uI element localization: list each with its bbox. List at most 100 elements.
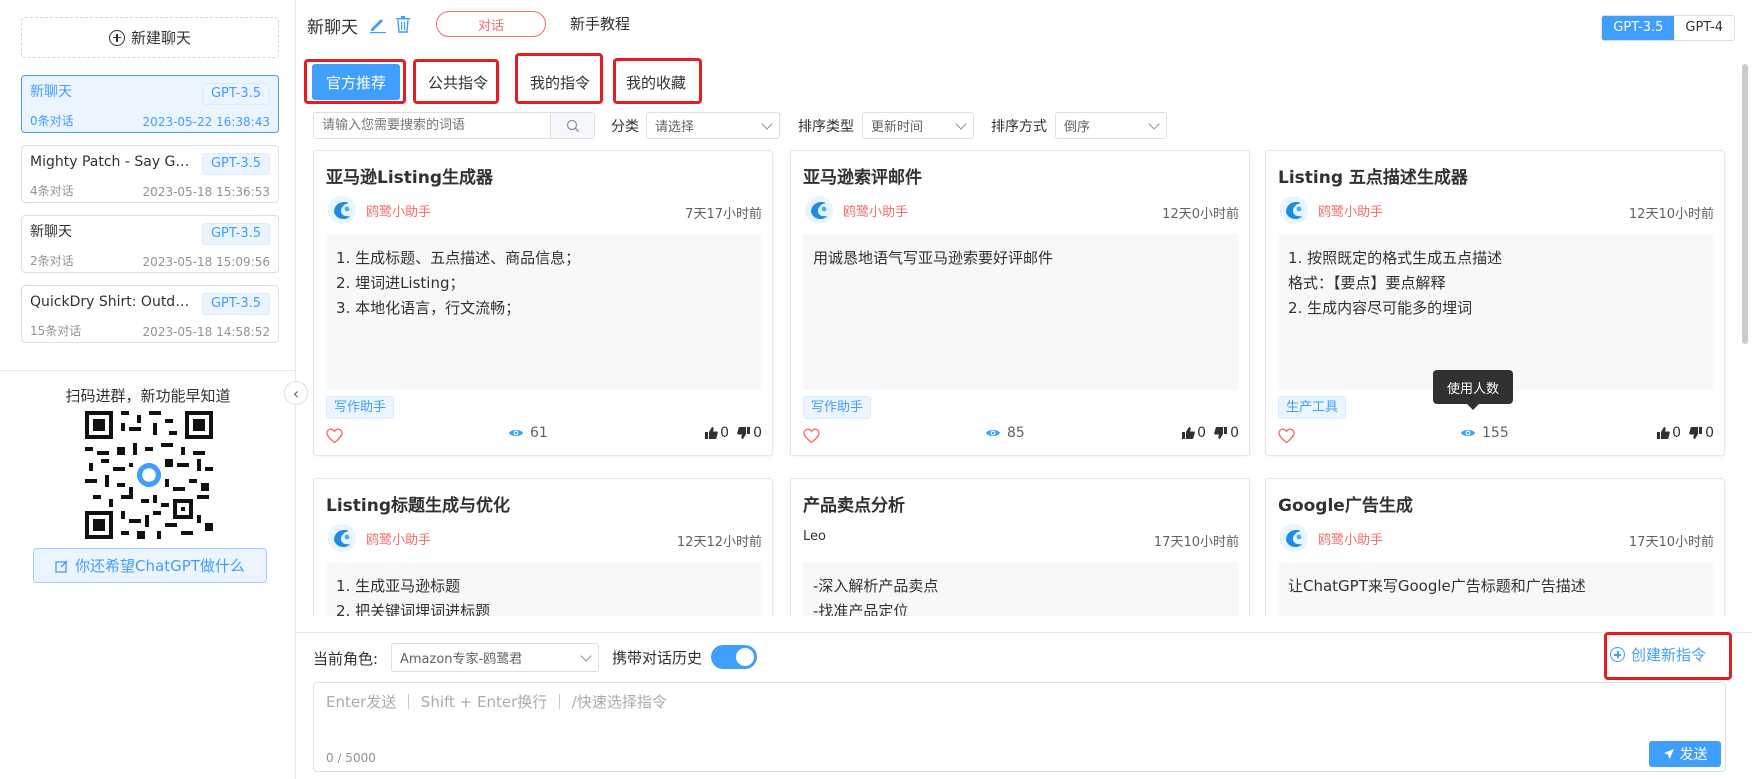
avatar — [328, 524, 356, 552]
message-composer: 0 / 5000 发送 — [313, 682, 1726, 772]
thumbs-down-icon[interactable] — [1689, 426, 1703, 440]
heart-icon[interactable] — [803, 428, 820, 444]
category-select[interactable]: 请选择 — [646, 112, 780, 139]
card-time: 7天17小时前 — [685, 207, 762, 222]
role-label: 当前角色: — [313, 650, 379, 668]
qr-title: 扫码进群，新功能早知道 — [65, 387, 231, 405]
card-title: Google广告生成 — [1278, 496, 1413, 516]
card-author[interactable]: 鸥鹭小助手 — [366, 201, 431, 220]
card-description: 1. 按照既定的格式生成五点描述 格式：【要点】要点解释 2. 生成内容尽可能多… — [1278, 234, 1714, 390]
card-author[interactable]: 鸥鹭小助手 — [366, 529, 431, 548]
card-author[interactable]: 鸥鹭小助手 — [843, 201, 908, 220]
dislike-count: 0 — [1230, 425, 1239, 441]
search-button[interactable] — [550, 113, 594, 138]
chat-item-title: Mighty Patch - Say Goo... — [30, 154, 190, 170]
view-count-value: 85 — [1007, 425, 1025, 441]
new-chat-button[interactable]: 新建聊天 — [21, 17, 279, 58]
card-time: 12天10小时前 — [1628, 207, 1714, 222]
eye-icon — [509, 430, 523, 436]
chat-list-item[interactable]: Mighty Patch - Say Goo... GPT-3.5 4条对话 2… — [21, 145, 279, 203]
tab-mine[interactable]: 我的指令 — [518, 64, 602, 100]
collapse-sidebar-button[interactable]: ‹ — [284, 381, 308, 405]
message-input[interactable] — [314, 683, 1725, 743]
plus-circle-icon — [1610, 647, 1625, 662]
prompt-card[interactable]: Google广告生成 鸥鹭小助手 17天10小时前 让ChatGPT来写Goog… — [1265, 478, 1725, 616]
card-author[interactable]: Leo — [803, 529, 826, 544]
edit-icon[interactable] — [368, 14, 388, 34]
tab-dialog[interactable]: 对话 — [436, 11, 546, 37]
view-count: 85 — [985, 425, 1025, 441]
like-count: 0 — [1197, 425, 1207, 441]
prompt-card[interactable]: 产品卖点分析 Leo 17天10小时前 -深入解析产品卖点 -找准产品定位 — [790, 478, 1250, 616]
create-prompt-label: 创建新指令 — [1631, 646, 1707, 664]
prompt-card[interactable]: Listing 五点描述生成器 鸥鹭小助手 12天10小时前 1. 按照既定的格… — [1265, 150, 1725, 456]
sort-order-label: 排序方式 — [991, 119, 1047, 135]
category-label: 分类 — [611, 119, 639, 135]
tab-favorites[interactable]: 我的收藏 — [614, 64, 698, 100]
sidebar-divider — [0, 370, 296, 371]
chevron-down-icon — [955, 117, 967, 130]
card-title: 亚马逊索评邮件 — [803, 168, 922, 188]
tab-tutorial[interactable]: 新手教程 — [570, 13, 630, 34]
card-title: Listing 五点描述生成器 — [1278, 168, 1468, 188]
sort-order-select[interactable]: 倒序 — [1055, 112, 1167, 139]
vote-area: 0 0 — [1656, 425, 1714, 441]
thumbs-down-icon[interactable] — [737, 426, 751, 440]
prompt-card[interactable]: Listing标题生成与优化 鸥鹭小助手 12天12小时前 1. 生成亚马逊标题… — [313, 478, 773, 616]
chat-item-count: 15条对话 — [30, 324, 82, 338]
feedback-button[interactable]: 你还希望ChatGPT做什么 — [33, 548, 267, 583]
card-tag[interactable]: 写作助手 — [326, 396, 395, 419]
avatar — [1280, 524, 1308, 552]
vote-area: 0 0 — [704, 425, 762, 441]
chat-list: 新聊天 GPT-3.5 0条对话 2023-05-22 16:38:43 Mig… — [21, 75, 279, 355]
card-title: 亚马逊Listing生成器 — [326, 168, 494, 188]
chevron-down-icon — [761, 117, 773, 130]
avatar — [328, 196, 356, 224]
avatar — [1280, 196, 1308, 224]
card-author[interactable]: 鸥鹭小助手 — [1318, 201, 1383, 220]
search-icon — [566, 119, 579, 132]
feedback-label: 你还希望ChatGPT做什么 — [75, 557, 245, 575]
role-select[interactable]: Amazon专家-鸥鹭君 — [391, 643, 599, 672]
dislike-count: 0 — [1705, 425, 1714, 441]
sidebar: 新建聊天 新聊天 GPT-3.5 0条对话 2023-05-22 16:38:4… — [0, 0, 296, 779]
chat-list-item[interactable]: 新聊天 GPT-3.5 0条对话 2023-05-22 16:38:43 — [21, 75, 279, 133]
eye-icon — [986, 430, 1000, 436]
chat-list-item[interactable]: 新聊天 GPT-3.5 2条对话 2023-05-18 15:09:56 — [21, 215, 279, 273]
view-count-value: 61 — [530, 425, 548, 441]
card-description: 让ChatGPT来写Google广告标题和广告描述 — [1278, 562, 1714, 616]
search-input[interactable] — [314, 113, 550, 138]
card-author[interactable]: 鸥鹭小助手 — [1318, 529, 1383, 548]
card-title: 产品卖点分析 — [803, 496, 905, 516]
chat-item-model-badge: GPT-3.5 — [201, 83, 270, 105]
create-prompt-button[interactable]: 创建新指令 — [1610, 644, 1706, 665]
scrollbar[interactable] — [1742, 64, 1748, 344]
avatar — [805, 196, 833, 224]
heart-icon[interactable] — [1278, 428, 1295, 444]
history-toggle[interactable] — [711, 645, 757, 669]
heart-icon[interactable] — [326, 428, 343, 444]
tab-public[interactable]: 公共指令 — [416, 64, 500, 100]
trash-icon[interactable] — [393, 14, 413, 34]
thumbs-up-icon[interactable] — [1656, 426, 1671, 440]
view-count-value: 155 — [1482, 425, 1509, 441]
model-option-gpt4[interactable]: GPT-4 — [1674, 16, 1734, 40]
sort-type-select[interactable]: 更新时间 — [862, 112, 974, 139]
chat-item-time: 2023-05-18 15:09:56 — [142, 255, 270, 269]
prompt-card[interactable]: 亚马逊索评邮件 鸥鹭小助手 12天0小时前 用诚恳地语气写亚马逊索要好评邮件 写… — [790, 150, 1250, 456]
card-time: 17天10小时前 — [1628, 535, 1714, 550]
thumbs-up-icon[interactable] — [1181, 426, 1196, 440]
tab-official[interactable]: 官方推荐 — [312, 64, 400, 100]
card-tag[interactable]: 写作助手 — [803, 396, 872, 419]
chat-item-count: 0条对话 — [30, 114, 74, 128]
model-switch: GPT-3.5 GPT-4 — [1601, 15, 1735, 41]
view-count: 61 — [508, 425, 548, 441]
thumbs-down-icon[interactable] — [1214, 426, 1228, 440]
prompt-card[interactable]: 亚马逊Listing生成器 鸥鹭小助手 7天17小时前 1. 生成标题、五点描述… — [313, 150, 773, 456]
chat-item-time: 2023-05-18 14:58:52 — [142, 325, 270, 339]
model-option-gpt35[interactable]: GPT-3.5 — [1602, 16, 1675, 40]
thumbs-up-icon[interactable] — [704, 426, 719, 440]
card-tag[interactable]: 生产工具 — [1278, 396, 1347, 419]
chat-list-item[interactable]: QuickDry Shirt: Outdoor... GPT-3.5 15条对话… — [21, 285, 279, 343]
send-button[interactable]: 发送 — [1649, 741, 1721, 767]
